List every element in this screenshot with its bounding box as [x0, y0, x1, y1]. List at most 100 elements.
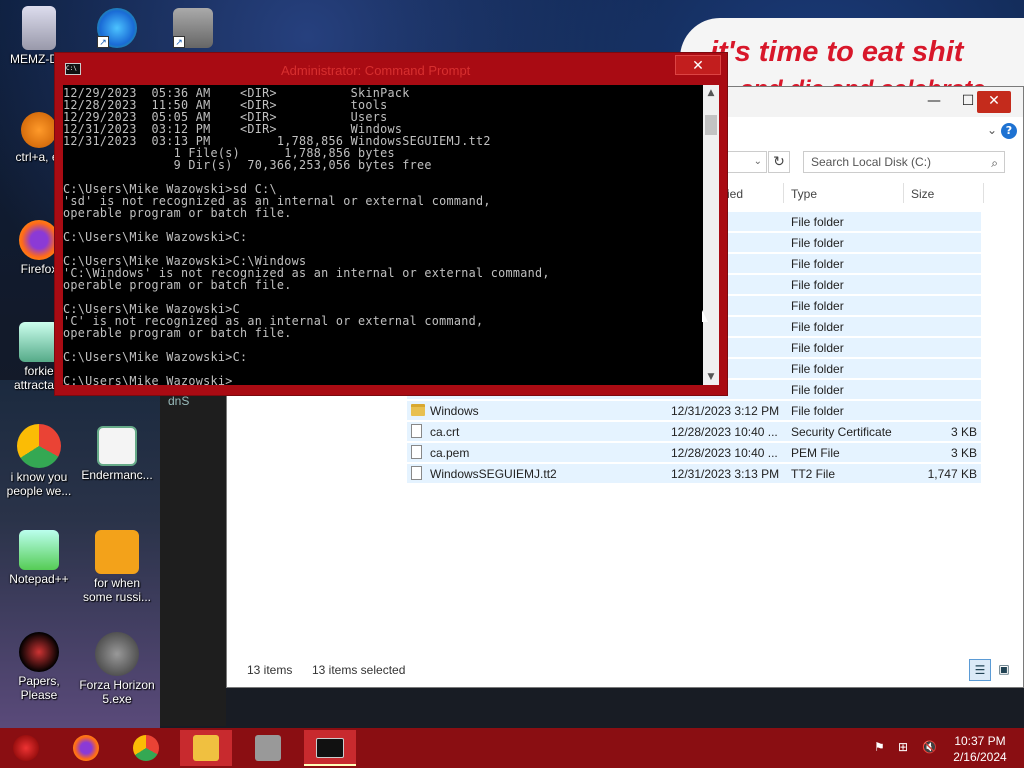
cell-type: File folder [791, 215, 844, 229]
firefox-icon [19, 220, 59, 260]
desktop-icon-for-when[interactable]: for when some russi... [78, 530, 156, 604]
cmd-console[interactable]: 12/29/2023 05:36 AM <DIR> SkinPack 12/28… [63, 85, 703, 385]
taskbar [0, 728, 1024, 768]
shortcut-icon [21, 112, 57, 148]
status-selected-count: 13 items selected [312, 663, 406, 677]
scroll-down-icon[interactable]: ▼ [703, 369, 719, 385]
taskbar-cmd-button[interactable] [304, 730, 356, 766]
cell-date-modified: 12/28/2023 10:40 ... [671, 446, 778, 460]
window-icon [97, 426, 137, 466]
cell-name: WindowsSEGUIEMJ.tt2 [430, 467, 557, 481]
column-header-date[interactable]: ied [727, 187, 743, 201]
desktop-icon-label: for when some russi... [82, 576, 151, 604]
flash-icon [95, 632, 139, 676]
table-row[interactable]: Windows 12/31/2023 3:12 PM File folder [407, 401, 981, 421]
papers-please-icon [19, 632, 59, 672]
cmd-titlebar[interactable]: C:\ Administrator: Command Prompt ✕ [55, 53, 727, 85]
chevron-down-icon[interactable]: ⌄ [987, 123, 997, 137]
table-row[interactable]: ca.pem 12/28/2023 10:40 ... PEM File 3 KB [407, 443, 981, 463]
desktop-icon-label: Endermanc... [81, 468, 153, 482]
desktop-icon-forza[interactable]: Forza Horizon 5.exe [78, 632, 156, 706]
chrome-icon [133, 735, 159, 761]
details-view-button[interactable]: ☰ [969, 659, 991, 681]
cell-size: 3 KB [950, 425, 977, 439]
cell-date-modified: 12/28/2023 10:40 ... [671, 425, 778, 439]
action-center-flag-icon[interactable]: ⚑ [874, 740, 885, 754]
desktop-icon-label: i know you people we... [6, 470, 72, 498]
start-icon [13, 735, 39, 761]
column-header-type[interactable]: Type [791, 187, 817, 201]
speech-text-line1: it's time to eat shit [710, 36, 964, 68]
desktop-icon-notepadpp[interactable]: Notepad++ [0, 530, 78, 586]
taskbar-firefox-button[interactable] [60, 730, 112, 766]
command-prompt-window[interactable]: C:\ Administrator: Command Prompt ✕ 12/2… [54, 52, 728, 396]
cell-date-modified: 12/31/2023 3:13 PM [671, 467, 780, 481]
cell-type: Security Certificate [791, 425, 892, 439]
desktop-icon-edge[interactable]: ↗ [78, 8, 156, 50]
file-icon [411, 466, 422, 480]
taskbar-chrome-button[interactable] [120, 730, 172, 766]
folder-icon [411, 404, 425, 416]
recycle-bin-icon [22, 6, 56, 50]
taskbar-task-view-button[interactable] [242, 730, 294, 766]
start-button[interactable] [0, 730, 52, 766]
scroll-thumb[interactable] [705, 115, 717, 135]
cell-size: 3 KB [950, 446, 977, 460]
search-placeholder: Search Local Disk (C:) [811, 155, 932, 169]
status-item-count: 13 items [247, 663, 293, 677]
folder-icon [193, 735, 219, 761]
cell-type: File folder [791, 404, 844, 418]
shortcut-arrow-icon: ↗ [97, 36, 109, 48]
notepadpp-icon [19, 530, 59, 570]
edge-icon: ↗ [97, 8, 137, 48]
firefox-icon [73, 735, 99, 761]
column-divider [903, 183, 904, 203]
chrome-icon [17, 424, 61, 468]
address-dropdown[interactable]: ⌄ [727, 151, 767, 173]
close-button[interactable]: ✕ [977, 91, 1011, 113]
app-icon [19, 322, 59, 362]
cell-name: ca.pem [430, 446, 470, 460]
cell-type: File folder [791, 341, 844, 355]
table-row[interactable]: WindowsSEGUIEMJ.tt2 12/31/2023 3:13 PM TT2… [407, 464, 981, 484]
desktop-icon-chrome[interactable]: i know you people we... [0, 424, 78, 498]
desktop-icon-endermanch[interactable]: Endermanc... [78, 426, 156, 482]
cmd-close-button[interactable]: ✕ [675, 55, 721, 75]
volume-muted-icon[interactable]: 🔇 [922, 740, 937, 754]
clock-time[interactable]: 10:37 PM [940, 734, 1020, 748]
cmd-output: 12/29/2023 05:36 AM <DIR> SkinPack 12/28… [63, 86, 550, 385]
cell-type: File folder [791, 383, 844, 397]
cell-size: 1,747 KB [927, 467, 977, 481]
search-icon: ⌕ [991, 156, 998, 170]
column-header-size[interactable]: Size [911, 187, 934, 201]
background-app-panel [160, 386, 226, 726]
column-divider [783, 183, 784, 203]
clock-date[interactable]: 2/16/2024 [940, 750, 1020, 764]
cell-type: File folder [791, 278, 844, 292]
cell-type: File folder [791, 299, 844, 313]
taskbar-file-explorer-button[interactable] [180, 730, 232, 766]
cmd-icon [316, 738, 344, 758]
cell-type: TT2 File [791, 467, 836, 481]
de-icon [95, 530, 139, 574]
stack-icon: ↗ [173, 8, 213, 48]
cmd-icon: C:\ [65, 63, 81, 75]
cell-type: File folder [791, 236, 844, 250]
help-icon[interactable]: ? [1001, 123, 1017, 139]
refresh-button[interactable]: ↻ [768, 151, 790, 173]
cell-type: File folder [791, 362, 844, 376]
desktop-icon-label: Forza Horizon 5.exe [79, 678, 155, 706]
cell-date-modified: 12/31/2023 3:12 PM [671, 404, 780, 418]
search-input[interactable]: Search Local Disk (C:) ⌕ [803, 151, 1005, 173]
scroll-up-icon[interactable]: ▲ [703, 85, 719, 101]
large-icons-view-button[interactable]: ▣ [993, 659, 1015, 681]
mouse-cursor-icon [702, 310, 708, 322]
network-icon[interactable]: ⊞ [898, 740, 908, 754]
table-row[interactable]: ca.crt 12/28/2023 10:40 ... Security Certi… [407, 422, 981, 442]
desktop-icon-papers-please[interactable]: Papers, Please [0, 632, 78, 702]
cmd-scrollbar[interactable]: ▲ ▼ [703, 85, 719, 385]
task-view-icon [255, 735, 281, 761]
desktop-icon-stack[interactable]: ↗ [154, 8, 232, 50]
cell-type: File folder [791, 257, 844, 271]
minimize-button[interactable]: — [917, 91, 951, 113]
